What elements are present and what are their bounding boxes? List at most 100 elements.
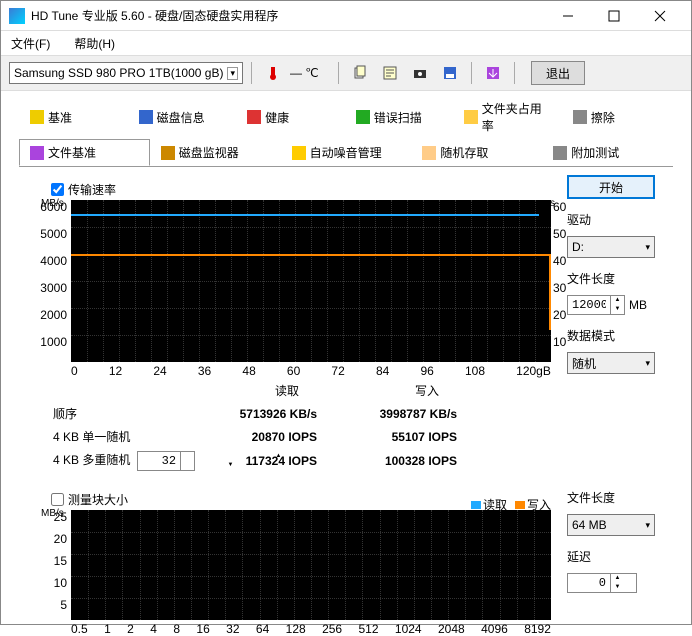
read-value: 20870 IOPS bbox=[217, 430, 357, 444]
file-length-value[interactable] bbox=[568, 296, 610, 314]
tab-基准[interactable]: 基准 bbox=[19, 95, 128, 139]
exit-button[interactable]: 退出 bbox=[531, 61, 585, 85]
delay-input[interactable]: ▲▼ bbox=[567, 573, 637, 593]
monitor-icon bbox=[161, 146, 175, 160]
health-icon bbox=[247, 110, 261, 124]
separator bbox=[338, 62, 339, 84]
x-axis-ticks-2: 0.512481632641282565121024204840968192 bbox=[71, 622, 551, 636]
close-button[interactable] bbox=[637, 1, 683, 31]
tab-label: 随机存取 bbox=[440, 144, 488, 161]
delay-label: 延迟 bbox=[567, 548, 655, 565]
tab-label: 自动噪音管理 bbox=[310, 144, 382, 161]
y2-axis-ticks: 605040302010 bbox=[553, 200, 573, 362]
tabs-row-2: 文件基准磁盘监视器 自动噪音管理 随机存取 附加测试 bbox=[1, 139, 691, 166]
tab-label: 附加测试 bbox=[571, 144, 619, 161]
tab-磁盘信息[interactable]: 磁盘信息 bbox=[128, 95, 237, 139]
result-row: 顺序5713926 KB/s3998787 KB/s bbox=[37, 405, 551, 422]
screenshot-text-button[interactable] bbox=[377, 60, 403, 86]
delay-value[interactable] bbox=[568, 574, 610, 592]
transfer-chart: 600050004000300020001000 605040302010 01… bbox=[71, 200, 551, 362]
block-size-label: 测量块大小 bbox=[68, 491, 128, 508]
file-length-unit: MB bbox=[629, 298, 647, 312]
temperature-value: — ℃ bbox=[290, 66, 330, 80]
spin-up[interactable]: ▲ bbox=[610, 296, 624, 305]
thermometer-icon bbox=[260, 60, 286, 86]
chevron-down-icon: ▾ bbox=[645, 242, 650, 253]
read-value: 5713926 KB/s bbox=[217, 407, 357, 421]
spin-down[interactable]: ▼ bbox=[610, 583, 624, 592]
block-size-chart: 252015105 0.5124816326412825651210242048… bbox=[71, 510, 551, 620]
transfer-rate-label: 传输速率 bbox=[68, 181, 116, 198]
save-button[interactable] bbox=[437, 60, 463, 86]
tab-label: 基准 bbox=[48, 109, 72, 126]
file-length-input[interactable]: ▲▼ bbox=[567, 295, 625, 315]
tab-label: 错误扫描 bbox=[374, 109, 422, 126]
write-value: 100328 IOPS bbox=[357, 454, 497, 468]
block-size-panel: 测量块大小 MB/s 读取 写入 252015105 0.51248163264… bbox=[19, 485, 673, 630]
file-length-2-select[interactable]: 64 MB▾ bbox=[567, 514, 655, 536]
file-length-2-label: 文件长度 bbox=[567, 489, 655, 506]
separator bbox=[251, 62, 252, 84]
menu-file[interactable]: 文件(F) bbox=[5, 33, 56, 54]
tab-附加测试[interactable]: 附加测试 bbox=[542, 139, 673, 166]
separator bbox=[471, 62, 472, 84]
data-mode-select[interactable]: 随机▾ bbox=[567, 352, 655, 374]
results-header: 读取 写入 bbox=[37, 382, 551, 399]
bulb-icon bbox=[30, 110, 44, 124]
write-drop bbox=[539, 254, 551, 330]
settings-button[interactable] bbox=[480, 60, 506, 86]
sound-icon bbox=[292, 146, 306, 160]
chevron-down-icon: ▾ bbox=[227, 67, 238, 80]
tab-健康[interactable]: 健康 bbox=[236, 95, 345, 139]
tab-随机存取[interactable]: 随机存取 bbox=[411, 139, 542, 166]
separator bbox=[514, 62, 515, 84]
transfer-rate-checkbox[interactable]: 传输速率 bbox=[51, 181, 551, 198]
menubar: 文件(F) 帮助(H) bbox=[1, 31, 691, 55]
chevron-down-icon: ▾ bbox=[645, 520, 650, 531]
maximize-button[interactable] bbox=[591, 1, 637, 31]
read-value: 117324 IOPS bbox=[217, 454, 357, 468]
queue-depth-input[interactable]: ▲▼ bbox=[137, 451, 195, 471]
row-name: 4 KB 单一随机 bbox=[37, 428, 217, 445]
tab-文件夹占用率[interactable]: 文件夹占用率 bbox=[453, 95, 562, 139]
tab-文件基准[interactable]: 文件基准 bbox=[19, 139, 150, 166]
window-title: HD Tune 专业版 5.60 - 硬盘/固态硬盘实用程序 bbox=[31, 7, 545, 24]
tab-磁盘监视器[interactable]: 磁盘监视器 bbox=[150, 139, 281, 166]
doc-icon bbox=[30, 146, 44, 160]
y-axis-ticks-2: 252015105 bbox=[37, 510, 67, 620]
block-size-check[interactable] bbox=[51, 493, 64, 506]
other-icon bbox=[553, 146, 567, 160]
spin-down[interactable]: ▼ bbox=[610, 305, 624, 314]
drive-select[interactable]: Samsung SSD 980 PRO 1TB(1000 gB) ▾ bbox=[9, 62, 243, 84]
tabs-row-1: 基准 磁盘信息 健康 错误扫描 文件夹占用率 擦除 bbox=[1, 91, 691, 139]
trash-icon bbox=[573, 110, 587, 124]
tab-擦除[interactable]: 擦除 bbox=[562, 95, 671, 139]
info-icon bbox=[139, 110, 153, 124]
tab-label: 磁盘信息 bbox=[157, 109, 205, 126]
copy-button[interactable] bbox=[347, 60, 373, 86]
write-line bbox=[71, 254, 551, 256]
drive-letter-select[interactable]: D:▾ bbox=[567, 236, 655, 258]
spin-up[interactable]: ▲ bbox=[610, 574, 624, 583]
col-write: 写入 bbox=[357, 382, 497, 399]
read-swatch bbox=[471, 501, 481, 509]
y-axis-ticks: 600050004000300020001000 bbox=[37, 200, 67, 362]
menu-help[interactable]: 帮助(H) bbox=[68, 33, 121, 54]
drive-label: 驱动 bbox=[567, 211, 655, 228]
result-row: 4 KB 单一随机20870 IOPS55107 IOPS bbox=[37, 428, 551, 445]
tab-自动噪音管理[interactable]: 自动噪音管理 bbox=[281, 139, 412, 166]
tab-label: 健康 bbox=[265, 109, 289, 126]
camera-button[interactable] bbox=[407, 60, 433, 86]
file-benchmark-panel: 传输速率 MB/s ms 600050004000300020001000 60… bbox=[19, 166, 673, 485]
app-icon bbox=[9, 8, 25, 24]
minimize-button[interactable] bbox=[545, 1, 591, 31]
chevron-down-icon: ▾ bbox=[645, 358, 650, 369]
search-icon bbox=[356, 110, 370, 124]
write-swatch bbox=[515, 501, 525, 509]
transfer-rate-check[interactable] bbox=[51, 183, 64, 196]
result-row: 4 KB 多重随机 ▲▼117324 IOPS100328 IOPS bbox=[37, 451, 551, 471]
tab-label: 擦除 bbox=[591, 109, 615, 126]
tab-错误扫描[interactable]: 错误扫描 bbox=[345, 95, 454, 139]
start-button[interactable]: 开始 bbox=[567, 175, 655, 199]
data-mode-label: 数据模式 bbox=[567, 327, 655, 344]
